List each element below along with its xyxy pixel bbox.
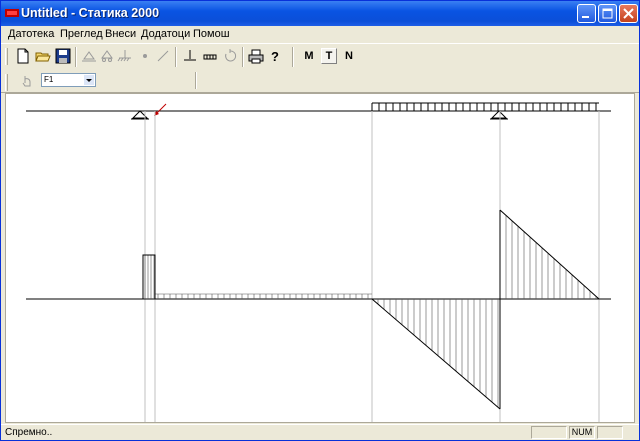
main-toolbar: ? M T N <box>1 43 639 71</box>
shear-slope-positive <box>499 209 600 300</box>
toolbar-separator <box>292 47 294 67</box>
open-folder-icon[interactable] <box>35 48 51 64</box>
toolbar-separator <box>242 47 244 67</box>
minimize-icon <box>582 16 589 18</box>
window-title: Untitled - Статика 2000 <box>21 6 160 20</box>
distributed-load-icon[interactable] <box>202 48 218 64</box>
status-panel-empty <box>531 426 567 439</box>
load-case-select[interactable]: F1 <box>41 73 96 87</box>
point-load-icon[interactable] <box>182 48 198 64</box>
support-fixed-icon[interactable] <box>117 48 133 64</box>
toolbar-grip[interactable] <box>5 74 8 91</box>
shear-step <box>26 254 156 300</box>
node-icon[interactable] <box>137 48 153 64</box>
menu-bar: Датотека Преглед Внеси Додатоци Помош <box>1 26 639 43</box>
bar-icon[interactable] <box>155 48 171 64</box>
minimize-button[interactable] <box>577 4 596 23</box>
distributed-load <box>371 102 599 111</box>
shear-diagram-layer <box>26 209 611 410</box>
menu-help[interactable]: Помош <box>193 28 230 40</box>
close-icon <box>623 8 634 19</box>
beam-diagram[interactable] <box>6 94 635 423</box>
maximize-button[interactable] <box>598 4 617 23</box>
shear-diagram-button[interactable]: T <box>321 48 337 64</box>
save-disk-icon[interactable] <box>55 48 71 64</box>
toolbar-separator <box>75 47 77 67</box>
toolbar-grip[interactable] <box>5 48 8 65</box>
support-pin-left <box>131 110 149 120</box>
pointer-hand-icon[interactable] <box>19 73 35 89</box>
menu-insert[interactable]: Внеси <box>105 28 136 40</box>
moment-load-icon[interactable] <box>222 48 238 64</box>
shear-slope-negative <box>371 298 501 410</box>
menu-extras[interactable]: Додатоци <box>141 28 190 40</box>
toolbar-separator <box>195 72 197 89</box>
help-icon[interactable]: ? <box>267 48 283 64</box>
selection-arrow <box>154 103 167 116</box>
support-roller-icon[interactable] <box>99 48 115 64</box>
svg-text:?: ? <box>271 49 279 64</box>
secondary-toolbar: F1 <box>1 70 639 93</box>
gridlines <box>144 111 600 422</box>
status-text: Спремно.. <box>5 427 53 438</box>
app-icon <box>5 9 19 17</box>
maximize-icon <box>602 8 613 19</box>
drawing-canvas[interactable] <box>5 93 635 423</box>
print-icon[interactable] <box>248 48 264 64</box>
chevron-down-icon[interactable] <box>84 75 94 85</box>
moment-diagram-button[interactable]: M <box>301 48 317 64</box>
num-lock-indicator: NUM <box>569 426 595 439</box>
support-pin-icon[interactable] <box>81 48 97 64</box>
toolbar-separator <box>175 47 177 67</box>
menu-file[interactable]: Датотека <box>8 28 54 40</box>
title-bar[interactable]: Untitled - Статика 2000 <box>1 1 639 26</box>
diagram-hatching <box>144 215 597 408</box>
load-case-value: F1 <box>44 75 54 84</box>
status-panel-empty <box>597 426 623 439</box>
normal-diagram-button[interactable]: N <box>341 48 357 64</box>
menu-view[interactable]: Преглед <box>60 28 103 40</box>
new-file-icon[interactable] <box>15 48 31 64</box>
support-pin-right <box>490 110 508 120</box>
close-button[interactable] <box>619 4 638 23</box>
structure-layer <box>26 102 611 422</box>
status-bar: Спремно.. NUM <box>1 424 639 440</box>
app-window: Untitled - Статика 2000 Датотека Преглед… <box>0 0 640 441</box>
